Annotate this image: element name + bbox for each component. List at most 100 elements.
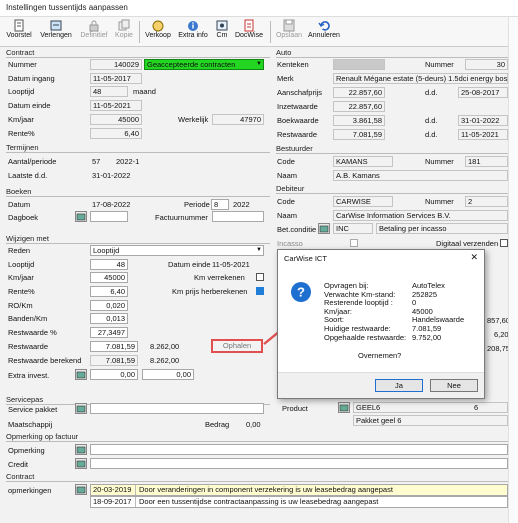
verlengen-button[interactable]: Verlengen	[38, 19, 74, 39]
inzetwaarde-label: Inzetwaarde	[277, 102, 318, 111]
termijnen-section-title: Termijnen	[6, 143, 39, 152]
extra-invest-field-1[interactable]: 0,00	[90, 369, 138, 380]
kmjaar-label: Km/jaar	[8, 115, 34, 124]
opslaan-button[interactable]: Opslaan	[275, 19, 303, 39]
km-verrekenen-checkbox[interactable]	[256, 273, 264, 281]
rente-field[interactable]: 6,40	[90, 128, 142, 139]
wijzig-restwaarde-field[interactable]: 7.081,59	[90, 341, 138, 352]
opmerkingen-lookup-button[interactable]	[75, 484, 87, 495]
document-icon	[14, 19, 24, 32]
auto-nummer-field[interactable]: 30	[465, 59, 508, 70]
wijzig-rente-field[interactable]: 6,40	[90, 286, 128, 297]
note-row[interactable]: 20-03-2019 Door veranderingen in compone…	[90, 484, 508, 496]
ro-field[interactable]: 0,020	[90, 300, 128, 311]
betconditie-lookup-button[interactable]	[318, 223, 330, 234]
extend-icon	[50, 20, 62, 31]
dagboek-lookup-button[interactable]	[75, 211, 87, 222]
extra-invest-field-2[interactable]: 0,00	[142, 369, 194, 380]
restwaarde-berekend-field[interactable]: 7.081,59	[90, 355, 138, 366]
kmjaar-field[interactable]: 45000	[90, 114, 142, 125]
factuurnummer-field[interactable]	[212, 211, 264, 222]
rest-dd-field[interactable]: 11-05-2021	[458, 129, 508, 140]
debiteur-section-title: Debiteur	[276, 184, 305, 193]
debiteur-code-field[interactable]: CARWISE	[333, 196, 393, 207]
note-text: Door een tussentijdse contractaanpassing…	[139, 497, 379, 506]
datum-einde-field[interactable]: 11-05-2021	[90, 100, 142, 111]
contract-status-select[interactable]: Geaccepteerde contracten ▼	[144, 59, 264, 70]
extra-info-button[interactable]: Extra info	[177, 19, 209, 39]
close-icon[interactable]: ✕	[470, 252, 478, 263]
boek-dd-field[interactable]: 31-01-2022	[458, 115, 508, 126]
auto-restwaarde-field[interactable]: 7.081,59	[333, 129, 385, 140]
km-prijs-label: Km prijs herberekenen	[172, 287, 248, 296]
kenteken-field-redacted[interactable]	[333, 59, 385, 70]
datum-ingang-field[interactable]: 11-05-2017	[90, 73, 142, 84]
service-pakket-field[interactable]	[90, 403, 264, 414]
ja-button[interactable]: Ja	[375, 379, 423, 392]
wijzig-looptijd-field[interactable]: 48	[90, 259, 128, 270]
verkoop-button[interactable]: Verkoop	[143, 19, 173, 39]
opmerking-field[interactable]	[90, 444, 508, 455]
cm-button[interactable]: Cm	[213, 19, 231, 39]
service-pakket-label: Service pakket	[8, 405, 58, 414]
note-row[interactable]: 18-09-2017 Door een tussentijdse contrac…	[90, 496, 508, 508]
annuleren-button[interactable]: Annuleren	[306, 19, 342, 39]
looptijd-field[interactable]: 48	[90, 86, 128, 97]
wijzig-kmjaar-field[interactable]: 45000	[90, 272, 128, 283]
aanschafprijs-field[interactable]: 22.857,60	[333, 87, 385, 98]
divider	[6, 481, 510, 482]
dagboek-field[interactable]	[90, 211, 128, 222]
opmerking-lookup-button[interactable]	[75, 444, 87, 455]
digitaal-checkbox[interactable]	[500, 239, 508, 247]
boeken-section-title: Boeken	[6, 187, 32, 196]
service-pakket-lookup-button[interactable]	[75, 403, 87, 414]
extra-invest-lookup-button[interactable]	[75, 369, 87, 380]
boek-periode-field[interactable]: 8	[211, 199, 229, 210]
voorstel-button[interactable]: Voorstel	[4, 19, 34, 39]
debiteur-nummer-field[interactable]: 2	[465, 196, 508, 207]
betconditie-code-field[interactable]: INC	[333, 223, 373, 234]
bestuurder-naam-field[interactable]: A.B. Kamans	[333, 170, 508, 181]
merk-field[interactable]: Renault Mégane estate (5-deurs) 1.5dci e…	[333, 73, 508, 84]
ophalen-button[interactable]: Ophalen	[211, 339, 263, 353]
datum-einde-label: Datum einde	[8, 101, 51, 110]
km-prijs-checkbox[interactable]	[256, 287, 264, 295]
contract-number-field[interactable]: 140029	[90, 59, 142, 70]
boek-periode-label: Periode	[184, 200, 210, 209]
bestuurder-nummer-label: Nummer	[425, 157, 454, 166]
reden-select[interactable]: Looptijd ▼	[90, 245, 264, 256]
docwise-button[interactable]: DocWise	[233, 19, 265, 39]
product-lookup-button[interactable]	[338, 402, 350, 413]
hidden-value-2: 6,20	[494, 330, 509, 339]
incasso-checkbox[interactable]	[350, 239, 358, 247]
werkelijk-field[interactable]: 47970	[212, 114, 264, 125]
product-code-field[interactable]: GEEL6 6	[353, 402, 508, 413]
lookup-icon	[339, 404, 349, 412]
boekwaarde-field[interactable]: 3.861,58	[333, 115, 385, 126]
debiteur-naam-field[interactable]: CarWise Information Services B.V.	[333, 210, 508, 221]
wijzig-datum-einde-label: Datum einde	[168, 260, 211, 269]
dialog-footer: Ja Nee	[278, 372, 484, 398]
product-desc-field[interactable]: Pakket geel 6	[353, 415, 508, 426]
lookup-icon	[319, 225, 329, 233]
definitief-button[interactable]: Definitief	[78, 19, 110, 39]
credit-lookup-button[interactable]	[75, 458, 87, 469]
auto-section-title: Auto	[276, 48, 292, 57]
docwise-icon	[244, 19, 254, 32]
credit-field[interactable]	[90, 458, 508, 469]
info-icon	[188, 21, 198, 31]
restwaarde-pct-field[interactable]: 27,3497	[90, 327, 128, 338]
betconditie-desc-field[interactable]: Betaling per incasso	[376, 223, 508, 234]
bestuurder-nummer-field[interactable]: 181	[465, 156, 508, 167]
bestuurder-code-field[interactable]: KAMANS	[333, 156, 393, 167]
boek-datum-value: 17-08-2022	[92, 200, 131, 209]
werkelijk-label: Werkelijk	[178, 115, 209, 124]
inzetwaarde-field[interactable]: 22.857,60	[333, 101, 385, 112]
kopie-button[interactable]: Kopie	[113, 19, 135, 39]
dialog-title: CarWise ICT	[284, 254, 327, 263]
aanschaf-dd-field[interactable]: 25-08-2017	[458, 87, 508, 98]
debiteur-nummer-label: Nummer	[425, 197, 454, 206]
nee-button[interactable]: Nee	[430, 379, 478, 392]
banden-field[interactable]: 0,013	[90, 313, 128, 324]
scrollbar[interactable]	[508, 17, 518, 523]
